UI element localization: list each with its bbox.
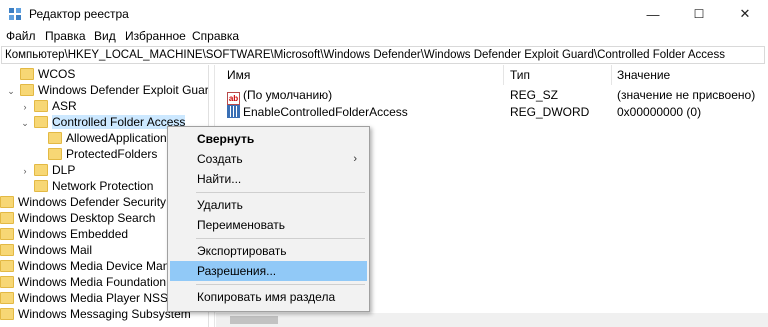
folder-icon (0, 260, 14, 272)
menu-bar: Файл Правка Вид Избранное Справка (0, 28, 768, 46)
tree-item-label: Network Protection (52, 179, 154, 193)
tree-item-label: Windows Messaging Subsystem (18, 307, 191, 321)
tree-item-desktop-search[interactable]: Windows Desktop Search (0, 210, 155, 226)
menu-edit[interactable]: Правка (45, 29, 86, 43)
horizontal-scrollbar[interactable] (216, 313, 768, 327)
column-header-value[interactable]: Значение (617, 68, 670, 82)
menu-view[interactable]: Вид (94, 29, 116, 43)
tree-item-embedded[interactable]: Windows Embedded (0, 226, 128, 242)
folder-icon (34, 100, 48, 112)
close-button[interactable]: ✕ (722, 0, 768, 28)
menu-item-find[interactable]: Найти... (170, 169, 367, 189)
folder-icon (0, 196, 14, 208)
tree-item-dlp[interactable]: › DLP (20, 162, 76, 179)
value-data: (значение не присвоено) (617, 88, 756, 102)
tree-item-label: ProtectedFolders (66, 147, 158, 161)
maximize-button[interactable]: ☐ (676, 0, 722, 28)
value-data: 0x00000000 (0) (617, 105, 702, 119)
collapse-chevron-icon[interactable]: ⌄ (20, 115, 30, 131)
registry-editor-icon (9, 8, 21, 20)
tree-item-label: Windows Desktop Search (18, 211, 156, 225)
value-type: REG_SZ (510, 88, 559, 102)
column-header-name[interactable]: Имя (227, 68, 250, 82)
tree-item-label: Controlled Folder Access (52, 115, 186, 129)
column-header-type[interactable]: Тип (510, 68, 530, 82)
expand-chevron-icon[interactable]: › (20, 163, 30, 179)
scrollbar-thumb[interactable] (230, 316, 278, 324)
tree-item-controlled-folder-access[interactable]: ⌄ Controlled Folder Access (20, 114, 186, 131)
tree-item-media-device-manager[interactable]: Windows Media Device Manager (0, 258, 193, 274)
tree-item-label: DLP (52, 163, 76, 177)
window-title: Редактор реестра (29, 7, 129, 21)
value-row[interactable]: EnableControlledFolderAccess (227, 104, 408, 120)
column-divider[interactable] (611, 65, 612, 85)
tree-item-protected-folders[interactable]: ProtectedFolders (34, 146, 157, 162)
value-type: REG_DWORD (510, 105, 590, 119)
menu-item-new[interactable]: Создать › (170, 149, 367, 169)
tree-item-label: WCOS (38, 67, 76, 81)
context-menu: Свернуть Создать › Найти... Удалить Пере… (167, 126, 370, 312)
menu-item-label: Создать (197, 152, 243, 166)
menu-separator (196, 192, 365, 193)
folder-icon (0, 212, 14, 224)
folder-icon (20, 84, 34, 96)
tree-item-label: Windows Media Player NSS (18, 291, 169, 305)
collapse-chevron-icon[interactable]: ⌄ (6, 83, 16, 99)
folder-icon (34, 116, 48, 128)
menu-item-collapse[interactable]: Свернуть (170, 129, 367, 149)
value-name: (По умолчанию) (243, 88, 333, 102)
menu-separator (196, 238, 365, 239)
tree-item-label: ASR (52, 99, 77, 113)
folder-icon (0, 308, 14, 320)
tree-item-allowed-applications[interactable]: AllowedApplications (34, 130, 173, 146)
folder-icon (34, 180, 48, 192)
folder-icon (0, 276, 14, 288)
tree-item-label: Windows Defender Exploit Guard (38, 83, 209, 97)
dword-value-icon (227, 105, 240, 118)
folder-icon (20, 68, 34, 80)
tree-item-network-protection[interactable]: Network Protection (20, 178, 153, 194)
column-divider[interactable] (503, 65, 504, 85)
submenu-arrow-icon: › (353, 153, 357, 165)
tree-item-media-foundation[interactable]: Windows Media Foundation (0, 274, 166, 290)
menu-file[interactable]: Файл (6, 29, 36, 43)
menu-item-export[interactable]: Экспортировать (170, 241, 367, 261)
menu-item-rename[interactable]: Переименовать (170, 215, 367, 235)
expand-chevron-icon[interactable]: › (20, 99, 30, 115)
tree-item-messaging-subsystem[interactable]: Windows Messaging Subsystem (0, 306, 191, 322)
folder-icon (0, 244, 14, 256)
value-name: EnableControlledFolderAccess (243, 105, 408, 119)
folder-icon (0, 292, 14, 304)
menu-help[interactable]: Справка (192, 29, 239, 43)
tree-item-label: Windows Media Foundation (18, 275, 167, 289)
title-bar: Редактор реестра — ☐ ✕ (0, 0, 768, 28)
tree-item-label: AllowedApplications (66, 131, 173, 145)
menu-item-delete[interactable]: Удалить (170, 195, 367, 215)
tree-item-media-player-nss[interactable]: Windows Media Player NSS (0, 290, 168, 306)
minimize-button[interactable]: — (630, 0, 676, 28)
menu-item-permissions[interactable]: Разрешения... (170, 261, 367, 281)
tree-item-asr[interactable]: › ASR (20, 98, 77, 114)
folder-icon (34, 164, 48, 176)
value-row[interactable]: ab (По умолчанию) (227, 87, 333, 105)
folder-icon (0, 228, 14, 240)
tree-item-mail[interactable]: Windows Mail (0, 242, 92, 258)
tree-item-wcos[interactable]: WCOS (6, 66, 75, 82)
folder-icon (48, 148, 62, 160)
tree-item-label: Windows Mail (18, 243, 93, 257)
tree-item-label: Windows Embedded (18, 227, 129, 241)
tree-item-exploit-guard[interactable]: ⌄ Windows Defender Exploit Guard (6, 82, 209, 99)
folder-icon (48, 132, 62, 144)
menu-item-copy-key-name[interactable]: Копировать имя раздела (170, 287, 367, 307)
address-bar[interactable]: Компьютер\HKEY_LOCAL_MACHINE\SOFTWARE\Mi… (1, 46, 765, 64)
menu-separator (196, 284, 365, 285)
menu-favorites[interactable]: Избранное (125, 29, 186, 43)
